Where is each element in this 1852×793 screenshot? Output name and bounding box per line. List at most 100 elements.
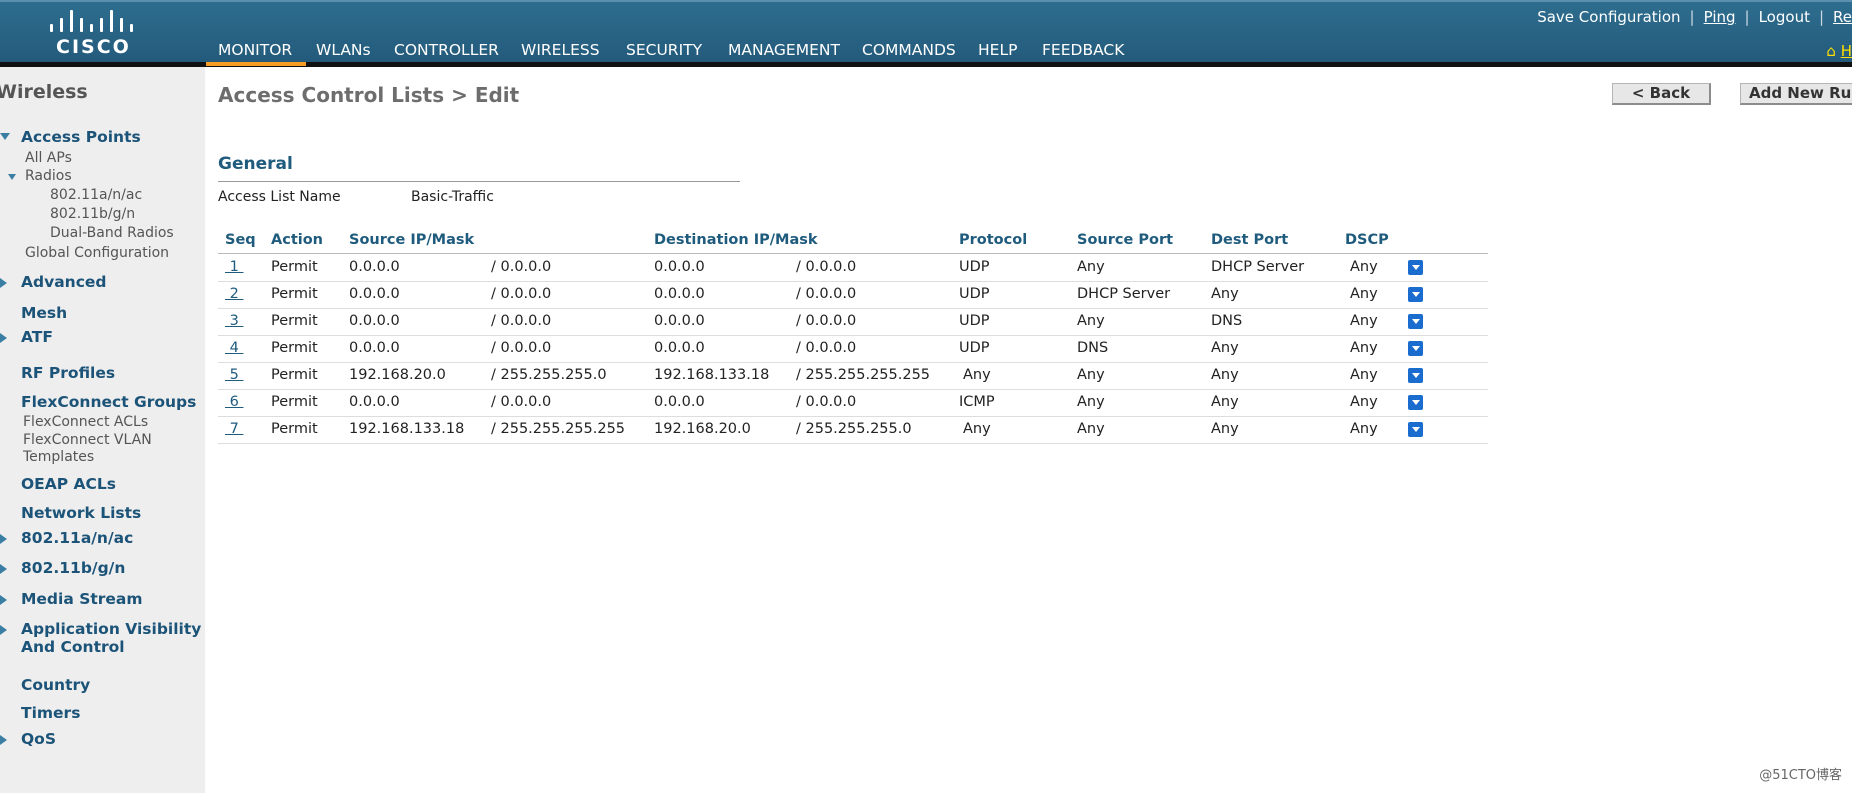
collapsed-arrow-icon[interactable] bbox=[0, 534, 7, 544]
general-heading: General bbox=[218, 154, 293, 174]
collapsed-arrow-icon[interactable] bbox=[0, 278, 7, 288]
rule-protocol: UDP bbox=[959, 286, 990, 302]
rule-seq-link[interactable]: 3 bbox=[225, 313, 243, 329]
sidebar-item-radio-a[interactable]: 802.11a/n/ac bbox=[50, 187, 142, 203]
rule-destination-ip: 192.168.133.18 bbox=[654, 367, 770, 383]
rule-destination-ip: 0.0.0.0 bbox=[654, 340, 705, 356]
sidebar-item-avc[interactable]: Application Visibility bbox=[21, 620, 201, 638]
rule-source-port: Any bbox=[1077, 394, 1105, 410]
sidebar-item-media-stream[interactable]: Media Stream bbox=[21, 590, 143, 608]
collapsed-arrow-icon[interactable] bbox=[0, 333, 7, 343]
sidebar-item-mesh[interactable]: Mesh bbox=[21, 304, 67, 322]
rule-source-port: Any bbox=[1077, 367, 1105, 383]
table-row: 1 Permit 0.0.0.0 / 0.0.0.0 0.0.0.0 / 0.0.0.0… bbox=[218, 254, 1488, 282]
table-row: 5 Permit 192.168.20.0 / 255.255.255.0 192.1… bbox=[218, 362, 1488, 390]
nav-management[interactable]: MANAGEMENT bbox=[716, 38, 852, 63]
sidebar-item-flexconnect-vlan-templates[interactable]: Templates bbox=[23, 449, 94, 465]
rule-source-mask: / 0.0.0.0 bbox=[491, 286, 552, 302]
sidebar-item-80211b[interactable]: 802.11b/g/n bbox=[21, 559, 125, 577]
home-link[interactable]: ⌂ H bbox=[1826, 42, 1852, 60]
nav-commands[interactable]: COMMANDS bbox=[850, 38, 968, 63]
collapsed-arrow-icon[interactable] bbox=[0, 564, 7, 574]
sidebar-item-atf[interactable]: ATF bbox=[21, 328, 53, 346]
sidebar-item-flexconnect-acls[interactable]: FlexConnect ACLs bbox=[23, 414, 148, 430]
rule-destination-mask: / 0.0.0.0 bbox=[796, 340, 857, 356]
sidebar-item-radio-b[interactable]: 802.11b/g/n bbox=[50, 206, 135, 222]
sidebar-item-avc-2[interactable]: And Control bbox=[21, 638, 125, 656]
expanded-arrow-icon[interactable] bbox=[0, 133, 10, 140]
rule-destination-ip: 0.0.0.0 bbox=[654, 313, 705, 329]
rule-seq-link[interactable]: 6 bbox=[225, 394, 243, 410]
row-actions-dropdown-icon[interactable] bbox=[1408, 260, 1423, 275]
collapsed-arrow-icon[interactable] bbox=[0, 595, 7, 605]
nav-feedback[interactable]: FEEDBACK bbox=[1030, 38, 1136, 63]
sidebar-item-qos[interactable]: QoS bbox=[21, 730, 56, 748]
nav-wireless[interactable]: WIRELESS bbox=[509, 38, 612, 63]
row-actions-dropdown-icon[interactable] bbox=[1408, 287, 1423, 302]
rule-source-ip: 192.168.20.0 bbox=[349, 367, 446, 383]
back-button[interactable]: < Back bbox=[1612, 83, 1711, 105]
sidebar-item-advanced[interactable]: Advanced bbox=[21, 273, 107, 291]
rule-seq-link[interactable]: 2 bbox=[225, 286, 243, 302]
ping-link[interactable]: Ping bbox=[1704, 8, 1736, 26]
rule-protocol: UDP bbox=[959, 259, 990, 275]
sidebar-item-oeap-acls[interactable]: OEAP ACLs bbox=[21, 475, 116, 493]
refresh-link[interactable]: Re bbox=[1833, 8, 1852, 26]
rule-source-ip: 0.0.0.0 bbox=[349, 340, 400, 356]
row-actions-dropdown-icon[interactable] bbox=[1408, 368, 1423, 383]
nav-monitor[interactable]: MONITOR bbox=[206, 38, 304, 63]
home-icon: ⌂ bbox=[1826, 42, 1836, 60]
sidebar-item-radios[interactable]: Radios bbox=[25, 168, 72, 184]
rule-source-mask: / 255.255.255.255 bbox=[491, 421, 626, 437]
rule-source-ip: 0.0.0.0 bbox=[349, 259, 400, 275]
nav-controller[interactable]: CONTROLLER bbox=[382, 38, 511, 63]
row-actions-dropdown-icon[interactable] bbox=[1408, 395, 1423, 410]
collapsed-arrow-icon[interactable] bbox=[0, 625, 7, 635]
row-actions-dropdown-icon[interactable] bbox=[1408, 341, 1423, 356]
logout-link[interactable]: Logout bbox=[1759, 8, 1810, 26]
sidebar-item-country[interactable]: Country bbox=[21, 676, 90, 694]
sidebar-item-timers[interactable]: Timers bbox=[21, 704, 80, 722]
rule-seq-link[interactable]: 5 bbox=[225, 367, 243, 383]
col-action: Action bbox=[271, 232, 324, 248]
table-row: 7 Permit 192.168.133.18 / 255.255.255.255 1… bbox=[218, 416, 1488, 444]
row-actions-dropdown-icon[interactable] bbox=[1408, 422, 1423, 437]
nav-wlans[interactable]: WLANs bbox=[304, 38, 383, 63]
rule-action: Permit bbox=[271, 259, 318, 275]
rule-source-port: Any bbox=[1077, 421, 1105, 437]
col-source-ip-mask: Source IP/Mask bbox=[349, 232, 475, 248]
collapsed-arrow-icon[interactable] bbox=[0, 735, 7, 745]
cisco-logo: CISCO bbox=[48, 8, 144, 58]
general-divider bbox=[218, 181, 740, 182]
sidebar-item-flexconnect-groups[interactable]: FlexConnect Groups bbox=[21, 393, 196, 411]
rule-dscp: Any bbox=[1350, 313, 1378, 329]
rule-dscp: Any bbox=[1350, 286, 1378, 302]
sidebar-item-access-points[interactable]: Access Points bbox=[21, 128, 141, 146]
rule-source-ip: 0.0.0.0 bbox=[349, 286, 400, 302]
save-configuration-link[interactable]: Save Configuration bbox=[1537, 8, 1680, 26]
table-row: 3 Permit 0.0.0.0 / 0.0.0.0 0.0.0.0 / 0.0.0.0… bbox=[218, 308, 1488, 336]
rule-action: Permit bbox=[271, 340, 318, 356]
rule-dest-port: DHCP Server bbox=[1211, 259, 1305, 275]
sidebar-item-network-lists[interactable]: Network Lists bbox=[21, 504, 141, 522]
add-new-rule-button[interactable]: Add New Rule bbox=[1740, 83, 1852, 105]
expanded-arrow-icon[interactable] bbox=[8, 174, 16, 180]
rule-seq-link[interactable]: 1 bbox=[225, 259, 243, 275]
sidebar-item-rf-profiles[interactable]: RF Profiles bbox=[21, 364, 115, 382]
rule-action: Permit bbox=[271, 313, 318, 329]
rule-destination-mask: / 255.255.255.255 bbox=[796, 367, 931, 383]
rule-source-port: DNS bbox=[1077, 340, 1109, 356]
sidebar-item-all-aps[interactable]: All APs bbox=[25, 150, 72, 166]
sidebar-item-flexconnect-vlan[interactable]: FlexConnect VLAN bbox=[23, 432, 152, 448]
rule-protocol: UDP bbox=[959, 313, 990, 329]
rule-seq-link[interactable]: 7 bbox=[225, 421, 243, 437]
sidebar-item-dual-band[interactable]: Dual-Band Radios bbox=[50, 225, 174, 241]
row-actions-dropdown-icon[interactable] bbox=[1408, 314, 1423, 329]
sidebar-item-80211a[interactable]: 802.11a/n/ac bbox=[21, 529, 133, 547]
nav-security[interactable]: SECURITY bbox=[614, 38, 714, 63]
rule-seq-link[interactable]: 4 bbox=[225, 340, 243, 356]
rule-source-port: DHCP Server bbox=[1077, 286, 1171, 302]
sidebar: Wireless Access Points All APs Radios 80… bbox=[0, 67, 205, 793]
nav-help[interactable]: HELP bbox=[966, 38, 1029, 63]
sidebar-item-global-config[interactable]: Global Configuration bbox=[25, 245, 169, 261]
